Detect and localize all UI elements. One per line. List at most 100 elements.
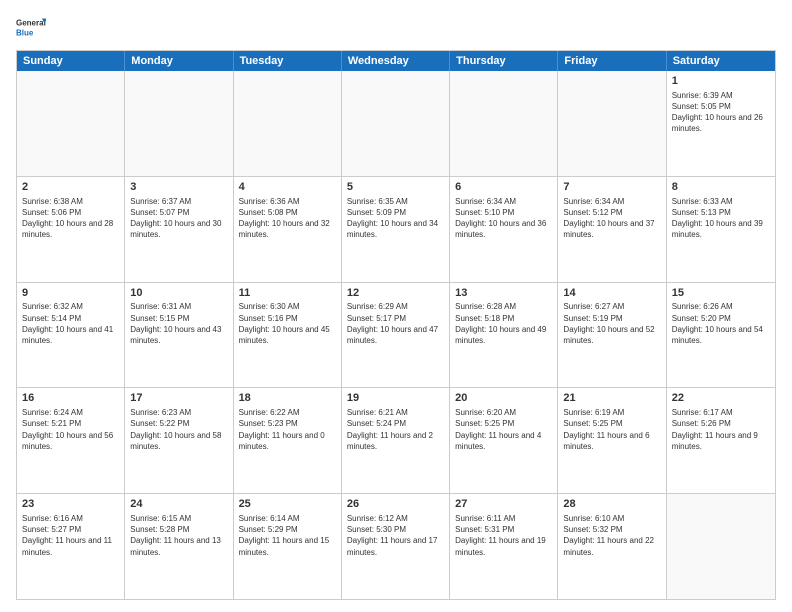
day-info: Sunrise: 6:33 AM Sunset: 5:13 PM Dayligh… bbox=[672, 196, 770, 241]
cal-cell-25: 25Sunrise: 6:14 AM Sunset: 5:29 PM Dayli… bbox=[234, 494, 342, 599]
day-info: Sunrise: 6:20 AM Sunset: 5:25 PM Dayligh… bbox=[455, 407, 552, 452]
day-number: 14 bbox=[563, 286, 660, 301]
cal-row-3: 9Sunrise: 6:32 AM Sunset: 5:14 PM Daylig… bbox=[17, 283, 775, 389]
cal-cell-empty-0-2 bbox=[234, 71, 342, 176]
day-info: Sunrise: 6:11 AM Sunset: 5:31 PM Dayligh… bbox=[455, 513, 552, 558]
day-number: 11 bbox=[239, 286, 336, 301]
cal-cell-21: 21Sunrise: 6:19 AM Sunset: 5:25 PM Dayli… bbox=[558, 388, 666, 493]
day-number: 3 bbox=[130, 180, 227, 195]
cal-row-2: 2Sunrise: 6:38 AM Sunset: 5:06 PM Daylig… bbox=[17, 177, 775, 283]
cal-cell-empty-0-4 bbox=[450, 71, 558, 176]
day-info: Sunrise: 6:35 AM Sunset: 5:09 PM Dayligh… bbox=[347, 196, 444, 241]
day-info: Sunrise: 6:19 AM Sunset: 5:25 PM Dayligh… bbox=[563, 407, 660, 452]
cal-cell-6: 6Sunrise: 6:34 AM Sunset: 5:10 PM Daylig… bbox=[450, 177, 558, 282]
day-number: 20 bbox=[455, 391, 552, 406]
day-number: 2 bbox=[22, 180, 119, 195]
cal-cell-23: 23Sunrise: 6:16 AM Sunset: 5:27 PM Dayli… bbox=[17, 494, 125, 599]
day-info: Sunrise: 6:28 AM Sunset: 5:18 PM Dayligh… bbox=[455, 301, 552, 346]
day-info: Sunrise: 6:34 AM Sunset: 5:10 PM Dayligh… bbox=[455, 196, 552, 241]
cal-cell-empty-0-0 bbox=[17, 71, 125, 176]
cal-cell-1: 1Sunrise: 6:39 AM Sunset: 5:05 PM Daylig… bbox=[667, 71, 775, 176]
day-number: 24 bbox=[130, 497, 227, 512]
day-info: Sunrise: 6:12 AM Sunset: 5:30 PM Dayligh… bbox=[347, 513, 444, 558]
cal-cell-22: 22Sunrise: 6:17 AM Sunset: 5:26 PM Dayli… bbox=[667, 388, 775, 493]
cal-cell-empty-4-6 bbox=[667, 494, 775, 599]
cal-cell-empty-0-1 bbox=[125, 71, 233, 176]
day-number: 27 bbox=[455, 497, 552, 512]
cal-cell-11: 11Sunrise: 6:30 AM Sunset: 5:16 PM Dayli… bbox=[234, 283, 342, 388]
calendar: SundayMondayTuesdayWednesdayThursdayFrid… bbox=[16, 50, 776, 600]
cal-cell-16: 16Sunrise: 6:24 AM Sunset: 5:21 PM Dayli… bbox=[17, 388, 125, 493]
day-number: 6 bbox=[455, 180, 552, 195]
day-number: 13 bbox=[455, 286, 552, 301]
day-number: 22 bbox=[672, 391, 770, 406]
day-number: 19 bbox=[347, 391, 444, 406]
day-info: Sunrise: 6:39 AM Sunset: 5:05 PM Dayligh… bbox=[672, 90, 770, 135]
svg-text:Blue: Blue bbox=[16, 29, 34, 38]
day-number: 8 bbox=[672, 180, 770, 195]
logo-svg: General Blue bbox=[16, 12, 46, 42]
day-info: Sunrise: 6:29 AM Sunset: 5:17 PM Dayligh… bbox=[347, 301, 444, 346]
header-friday: Friday bbox=[558, 51, 666, 71]
cal-cell-12: 12Sunrise: 6:29 AM Sunset: 5:17 PM Dayli… bbox=[342, 283, 450, 388]
day-info: Sunrise: 6:23 AM Sunset: 5:22 PM Dayligh… bbox=[130, 407, 227, 452]
cal-cell-19: 19Sunrise: 6:21 AM Sunset: 5:24 PM Dayli… bbox=[342, 388, 450, 493]
cal-cell-27: 27Sunrise: 6:11 AM Sunset: 5:31 PM Dayli… bbox=[450, 494, 558, 599]
day-info: Sunrise: 6:15 AM Sunset: 5:28 PM Dayligh… bbox=[130, 513, 227, 558]
day-info: Sunrise: 6:16 AM Sunset: 5:27 PM Dayligh… bbox=[22, 513, 119, 558]
day-number: 28 bbox=[563, 497, 660, 512]
day-number: 25 bbox=[239, 497, 336, 512]
svg-text:General: General bbox=[16, 19, 46, 28]
day-info: Sunrise: 6:14 AM Sunset: 5:29 PM Dayligh… bbox=[239, 513, 336, 558]
cal-row-5: 23Sunrise: 6:16 AM Sunset: 5:27 PM Dayli… bbox=[17, 494, 775, 599]
day-info: Sunrise: 6:31 AM Sunset: 5:15 PM Dayligh… bbox=[130, 301, 227, 346]
day-info: Sunrise: 6:24 AM Sunset: 5:21 PM Dayligh… bbox=[22, 407, 119, 452]
cal-cell-5: 5Sunrise: 6:35 AM Sunset: 5:09 PM Daylig… bbox=[342, 177, 450, 282]
cal-cell-empty-0-3 bbox=[342, 71, 450, 176]
logo: General Blue bbox=[16, 12, 46, 42]
day-info: Sunrise: 6:32 AM Sunset: 5:14 PM Dayligh… bbox=[22, 301, 119, 346]
header-sunday: Sunday bbox=[17, 51, 125, 71]
day-number: 23 bbox=[22, 497, 119, 512]
day-info: Sunrise: 6:17 AM Sunset: 5:26 PM Dayligh… bbox=[672, 407, 770, 452]
cal-cell-8: 8Sunrise: 6:33 AM Sunset: 5:13 PM Daylig… bbox=[667, 177, 775, 282]
cal-cell-empty-0-5 bbox=[558, 71, 666, 176]
header-thursday: Thursday bbox=[450, 51, 558, 71]
cal-cell-3: 3Sunrise: 6:37 AM Sunset: 5:07 PM Daylig… bbox=[125, 177, 233, 282]
day-info: Sunrise: 6:36 AM Sunset: 5:08 PM Dayligh… bbox=[239, 196, 336, 241]
cal-cell-20: 20Sunrise: 6:20 AM Sunset: 5:25 PM Dayli… bbox=[450, 388, 558, 493]
day-number: 4 bbox=[239, 180, 336, 195]
cal-cell-24: 24Sunrise: 6:15 AM Sunset: 5:28 PM Dayli… bbox=[125, 494, 233, 599]
day-number: 12 bbox=[347, 286, 444, 301]
day-info: Sunrise: 6:38 AM Sunset: 5:06 PM Dayligh… bbox=[22, 196, 119, 241]
day-number: 10 bbox=[130, 286, 227, 301]
day-number: 18 bbox=[239, 391, 336, 406]
header-wednesday: Wednesday bbox=[342, 51, 450, 71]
cal-row-4: 16Sunrise: 6:24 AM Sunset: 5:21 PM Dayli… bbox=[17, 388, 775, 494]
day-info: Sunrise: 6:34 AM Sunset: 5:12 PM Dayligh… bbox=[563, 196, 660, 241]
day-info: Sunrise: 6:30 AM Sunset: 5:16 PM Dayligh… bbox=[239, 301, 336, 346]
cal-cell-15: 15Sunrise: 6:26 AM Sunset: 5:20 PM Dayli… bbox=[667, 283, 775, 388]
day-number: 5 bbox=[347, 180, 444, 195]
day-info: Sunrise: 6:37 AM Sunset: 5:07 PM Dayligh… bbox=[130, 196, 227, 241]
cal-cell-14: 14Sunrise: 6:27 AM Sunset: 5:19 PM Dayli… bbox=[558, 283, 666, 388]
cal-cell-4: 4Sunrise: 6:36 AM Sunset: 5:08 PM Daylig… bbox=[234, 177, 342, 282]
day-number: 7 bbox=[563, 180, 660, 195]
cal-row-1: 1Sunrise: 6:39 AM Sunset: 5:05 PM Daylig… bbox=[17, 71, 775, 177]
calendar-header: SundayMondayTuesdayWednesdayThursdayFrid… bbox=[17, 51, 775, 71]
day-number: 15 bbox=[672, 286, 770, 301]
cal-cell-9: 9Sunrise: 6:32 AM Sunset: 5:14 PM Daylig… bbox=[17, 283, 125, 388]
day-number: 9 bbox=[22, 286, 119, 301]
day-number: 26 bbox=[347, 497, 444, 512]
cal-cell-13: 13Sunrise: 6:28 AM Sunset: 5:18 PM Dayli… bbox=[450, 283, 558, 388]
cal-cell-18: 18Sunrise: 6:22 AM Sunset: 5:23 PM Dayli… bbox=[234, 388, 342, 493]
day-info: Sunrise: 6:10 AM Sunset: 5:32 PM Dayligh… bbox=[563, 513, 660, 558]
cal-cell-10: 10Sunrise: 6:31 AM Sunset: 5:15 PM Dayli… bbox=[125, 283, 233, 388]
cal-cell-2: 2Sunrise: 6:38 AM Sunset: 5:06 PM Daylig… bbox=[17, 177, 125, 282]
day-info: Sunrise: 6:26 AM Sunset: 5:20 PM Dayligh… bbox=[672, 301, 770, 346]
day-number: 16 bbox=[22, 391, 119, 406]
day-number: 1 bbox=[672, 74, 770, 89]
day-number: 17 bbox=[130, 391, 227, 406]
day-info: Sunrise: 6:27 AM Sunset: 5:19 PM Dayligh… bbox=[563, 301, 660, 346]
cal-cell-7: 7Sunrise: 6:34 AM Sunset: 5:12 PM Daylig… bbox=[558, 177, 666, 282]
